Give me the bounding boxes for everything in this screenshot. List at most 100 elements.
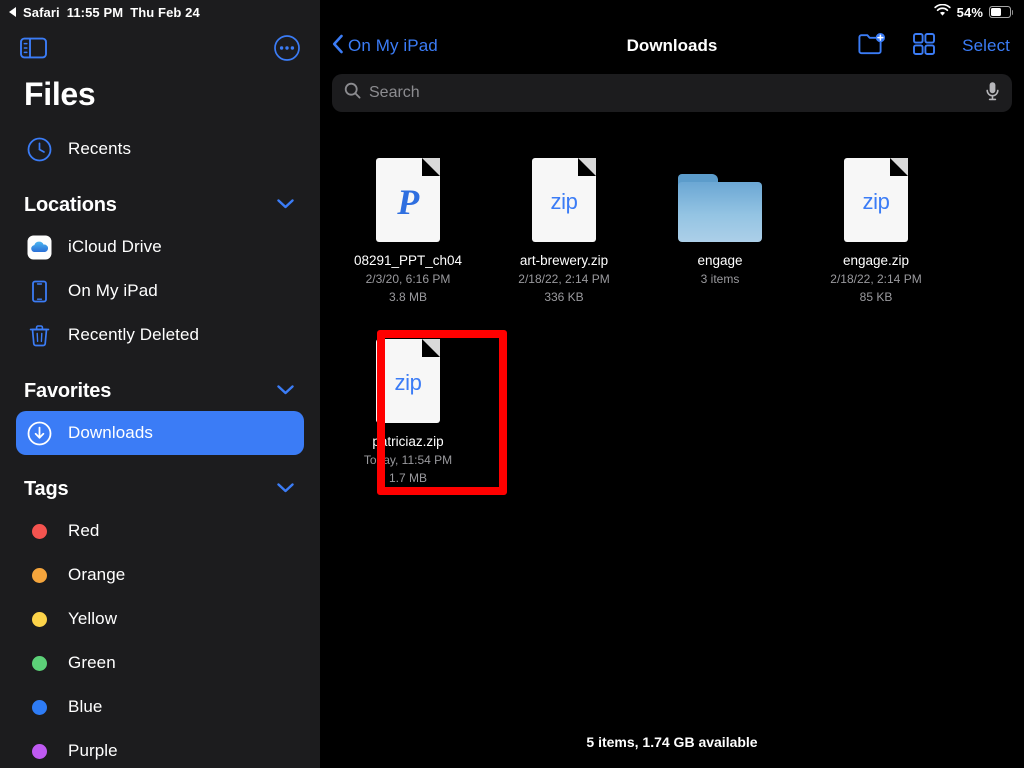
tag-label: Blue — [68, 697, 102, 717]
sidebar-item-recents[interactable]: Recents — [16, 127, 304, 171]
search-placeholder: Search — [369, 84, 977, 102]
folder-item-count: 3 items — [701, 271, 740, 287]
back-to-app-label[interactable]: Safari — [23, 5, 60, 20]
document-icon: zip — [844, 158, 908, 242]
sidebar-tag-blue[interactable]: Blue — [16, 685, 304, 729]
status-bar: Safari 11:55 PM Thu Feb 24 54% — [0, 0, 1024, 24]
file-date: 2/18/22, 2:14 PM — [830, 271, 921, 287]
file-type-badge: zip — [551, 189, 578, 215]
more-options-icon[interactable] — [274, 35, 300, 61]
sidebar-item-on-my-ipad[interactable]: On My iPad — [16, 269, 304, 313]
sidebar-item-label: Recently Deleted — [68, 325, 199, 345]
tag-dot-icon — [26, 562, 52, 588]
tag-dot-icon — [26, 738, 52, 764]
file-icon: zip — [844, 146, 908, 242]
document-icon: zip — [532, 158, 596, 242]
search-bar-container: Search — [320, 68, 1024, 122]
file-name: engage.zip — [843, 252, 909, 269]
new-folder-icon[interactable] — [858, 32, 886, 61]
status-footer: 5 items, 1.74 GB available — [320, 734, 1024, 750]
document-icon: zip — [376, 339, 440, 423]
tag-dot-icon — [26, 650, 52, 676]
sidebar-item-recently-deleted[interactable]: Recently Deleted — [16, 313, 304, 357]
microphone-icon[interactable] — [985, 81, 1000, 106]
section-title: Locations — [24, 194, 117, 217]
file-icon: zip — [376, 327, 440, 423]
chevron-down-icon[interactable] — [277, 480, 294, 498]
file-date: 2/3/20, 6:16 PM — [366, 271, 451, 287]
tag-label: Purple — [68, 741, 118, 761]
file-item[interactable]: P 08291_PPT_ch04 2/3/20, 6:16 PM 3.8 MB — [330, 138, 486, 319]
download-circle-icon — [26, 420, 52, 446]
sidebar-tag-purple[interactable]: Purple — [16, 729, 304, 768]
grid-view-icon[interactable] — [912, 32, 936, 61]
folder-name: engage — [697, 252, 742, 269]
search-input[interactable]: Search — [332, 74, 1012, 112]
trash-icon — [26, 322, 52, 348]
sidebar-section-header-locations[interactable]: Locations — [0, 185, 320, 225]
select-button[interactable]: Select — [962, 36, 1010, 56]
sidebar-item-label: Recents — [68, 139, 131, 159]
file-name: patriciaz.zip — [372, 433, 443, 450]
tag-dot-icon — [26, 694, 52, 720]
file-size: 1.7 MB — [389, 470, 427, 486]
status-time: 11:55 PM — [67, 5, 123, 20]
icloud-drive-icon — [26, 234, 52, 260]
sidebar-tag-yellow[interactable]: Yellow — [16, 597, 304, 641]
search-icon — [344, 82, 361, 104]
file-item[interactable]: zip engage.zip 2/18/22, 2:14 PM 85 KB — [798, 138, 954, 319]
ipad-icon — [26, 278, 52, 304]
file-grid: P 08291_PPT_ch04 2/3/20, 6:16 PM 3.8 MB … — [320, 122, 1024, 500]
tag-label: Orange — [68, 565, 125, 585]
folder-item[interactable]: engage 3 items — [642, 138, 798, 319]
section-title: Favorites — [24, 380, 111, 403]
file-size: 85 KB — [860, 289, 893, 305]
sidebar-toolbar — [0, 24, 320, 72]
page-title: Files — [0, 72, 320, 127]
status-bar-left: Safari 11:55 PM Thu Feb 24 — [0, 5, 200, 20]
document-icon: P — [376, 158, 440, 242]
file-size: 336 KB — [544, 289, 583, 305]
file-name: 08291_PPT_ch04 — [354, 252, 462, 269]
sidebar-section-header-favorites[interactable]: Favorites — [0, 371, 320, 411]
sidebar-toggle-icon[interactable] — [20, 37, 47, 59]
file-date: 2/18/22, 2:14 PM — [518, 271, 609, 287]
tag-label: Yellow — [68, 609, 117, 629]
tag-dot-icon — [26, 518, 52, 544]
sidebar: Files Recents Locations — [0, 0, 320, 768]
back-button-label: On My iPad — [348, 36, 438, 56]
file-type-badge: P — [397, 181, 419, 223]
sidebar-item-label: Downloads — [68, 423, 153, 443]
chevron-left-icon — [332, 34, 344, 59]
folder-icon — [678, 146, 762, 242]
sidebar-tag-red[interactable]: Red — [16, 509, 304, 553]
files-app-window: Safari 11:55 PM Thu Feb 24 54% — [0, 0, 1024, 768]
tag-label: Red — [68, 521, 100, 541]
sidebar-tag-green[interactable]: Green — [16, 641, 304, 685]
file-item[interactable]: zip art-brewery.zip 2/18/22, 2:14 PM 336… — [486, 138, 642, 319]
battery-icon — [989, 6, 1014, 18]
sidebar-section-header-tags[interactable]: Tags — [0, 469, 320, 509]
section-title: Tags — [24, 478, 68, 501]
status-bar-right: 54% — [934, 0, 1014, 24]
clock-icon — [26, 136, 52, 162]
file-item[interactable]: zip patriciaz.zip Today, 11:54 PM 1.7 MB — [330, 319, 486, 500]
sidebar-item-downloads[interactable]: Downloads — [16, 411, 304, 455]
navigation-bar: On My iPad Downloads — [320, 24, 1024, 68]
tag-label: Green — [68, 653, 116, 673]
sidebar-item-icloud-drive[interactable]: iCloud Drive — [16, 225, 304, 269]
sidebar-item-label: On My iPad — [68, 281, 158, 301]
back-to-app-icon[interactable] — [9, 7, 16, 17]
chevron-down-icon[interactable] — [277, 196, 294, 214]
tag-dot-icon — [26, 606, 52, 632]
file-name: art-brewery.zip — [520, 252, 608, 269]
nav-actions: Select — [858, 32, 1010, 61]
file-type-badge: zip — [863, 189, 890, 215]
chevron-down-icon[interactable] — [277, 382, 294, 400]
wifi-icon — [934, 4, 951, 20]
back-button[interactable]: On My iPad — [332, 34, 438, 59]
file-size: 3.8 MB — [389, 289, 427, 305]
file-date: Today, 11:54 PM — [364, 452, 452, 468]
sidebar-tag-orange[interactable]: Orange — [16, 553, 304, 597]
file-icon: zip — [532, 146, 596, 242]
